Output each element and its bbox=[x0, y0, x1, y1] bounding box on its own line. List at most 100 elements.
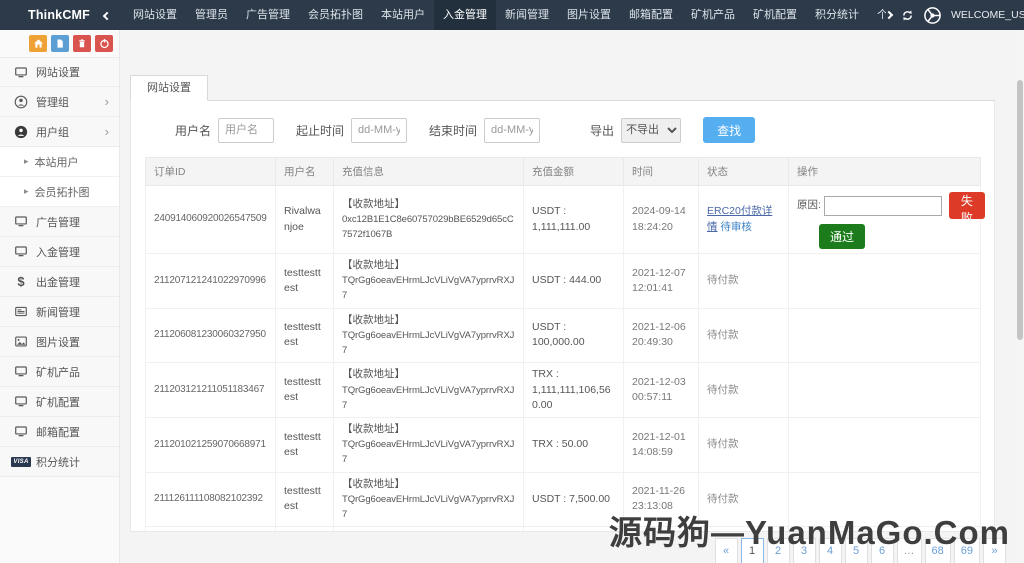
user-filled-icon bbox=[14, 125, 28, 139]
page-button[interactable]: 5 bbox=[844, 538, 868, 563]
chevron-right-icon: › bbox=[104, 124, 109, 139]
nav-item[interactable]: 新闻管理 bbox=[496, 0, 558, 30]
sidebar-subitem[interactable]: ▸ 本站用户 bbox=[0, 147, 119, 177]
sidebar-item[interactable]: VISA 积分统计 bbox=[0, 447, 119, 477]
sidebar-item[interactable]: 网站设置 bbox=[0, 57, 119, 87]
sidebar-item[interactable]: $ 出金管理 bbox=[0, 267, 119, 297]
page-button[interactable]: 4 bbox=[818, 538, 842, 563]
page-button[interactable]: « bbox=[714, 538, 738, 563]
order-id-cell: 211201021259070668971 bbox=[145, 416, 276, 473]
scroll-tabs-right-icon[interactable] bbox=[884, 10, 894, 20]
amount-cell: USDT : 7,500.00 bbox=[523, 471, 624, 528]
actions-cell bbox=[788, 416, 981, 473]
chevron-right-icon: › bbox=[104, 94, 109, 109]
page-button[interactable]: 6 bbox=[870, 538, 894, 563]
refresh-icon[interactable] bbox=[901, 9, 914, 22]
username-cell: testtesttest bbox=[275, 526, 334, 531]
nav-item[interactable]: 广告管理 bbox=[237, 0, 299, 30]
table-row: 211126111108082102392 testtesttest 【收款地址… bbox=[145, 471, 981, 528]
orders-table: 订单ID 用户名 充值信息 充值金额 时间 状态 操作 240914060920026547… bbox=[145, 157, 985, 531]
user-circle-icon bbox=[14, 95, 28, 109]
sidebar-item[interactable]: 入金管理 bbox=[0, 237, 119, 267]
power-button[interactable] bbox=[95, 35, 113, 52]
column-header: 用户名 bbox=[275, 157, 334, 186]
sidebar-item[interactable]: 矿机配置 bbox=[0, 387, 119, 417]
time-cell: 2021-11-2101:41:15 bbox=[623, 526, 699, 531]
language-globe-icon[interactable] bbox=[923, 6, 942, 25]
app-logo: ThinkCMF bbox=[28, 8, 91, 22]
start-time-label: 起止时间 bbox=[296, 123, 345, 138]
status-cell: 待付款 bbox=[698, 471, 789, 528]
end-time-label: 结束时间 bbox=[429, 123, 478, 138]
username-cell: testtesttest bbox=[275, 362, 334, 418]
home-button[interactable] bbox=[29, 35, 47, 52]
file-button[interactable] bbox=[51, 35, 69, 52]
sidebar-menu: 网站设置 管理组 › 用户组 › ▸ 本站用户 ▸ 会员拓扑图 广告管理 入金管理 $ 出金管理 新闻管理… bbox=[0, 57, 119, 477]
pass-button[interactable]: 通过 bbox=[819, 224, 866, 249]
scrollbar-thumb[interactable] bbox=[1017, 80, 1023, 340]
nav-item[interactable]: 邮箱配置 bbox=[620, 0, 682, 30]
page-button[interactable]: 3 bbox=[792, 538, 816, 563]
nav-item[interactable]: 管理员 bbox=[186, 0, 237, 30]
recharge-info-cell: 【收款地址】 TQrGg6oeavEHrmLJcVLiVgVA7yprrvRXJ… bbox=[333, 307, 524, 364]
nav-item[interactable]: 个人 bbox=[868, 0, 886, 30]
nav-item[interactable]: 入金管理 bbox=[434, 0, 497, 30]
fail-button[interactable]: 失败 bbox=[948, 192, 985, 225]
status-cell: ERC20付款详情 待审核 bbox=[698, 185, 789, 254]
table-row: 211201021259070668971 testtesttest 【收款地址… bbox=[145, 416, 981, 473]
user-menu[interactable]: WELCOME_USER bbox=[951, 9, 1024, 21]
sidebar-item[interactable]: 广告管理 bbox=[0, 207, 119, 237]
home-icon bbox=[33, 38, 44, 49]
sidebar-item[interactable]: 邮箱配置 bbox=[0, 417, 119, 447]
sidebar-item[interactable]: 新闻管理 bbox=[0, 297, 119, 327]
actions-cell: 原因: 失败 通过 bbox=[788, 185, 985, 254]
search-button[interactable]: 查找 bbox=[703, 117, 756, 143]
status-text: 待付款 bbox=[707, 274, 739, 287]
nav-item[interactable]: 积分统计 bbox=[806, 0, 868, 30]
sidebar-item[interactable]: 矿机产品 bbox=[0, 357, 119, 387]
tab-bar: 网站设置 bbox=[130, 75, 995, 101]
monitor-icon bbox=[14, 215, 28, 229]
filter-bar: 用户名 起止时间 结束时间 导出 不导出 查找 bbox=[145, 117, 980, 143]
nav-item[interactable]: 会员拓扑图 bbox=[299, 0, 372, 30]
time-cell: 2021-12-01 14:08:59 bbox=[623, 416, 699, 473]
amount-cell: USDT : 1,111,111.00 bbox=[523, 185, 624, 254]
status-text: 待付款 bbox=[707, 383, 739, 396]
pending-audit-link[interactable]: 待审核 bbox=[720, 221, 752, 233]
table-row: 211121011115065940537 testtesttest 【收款地址… bbox=[145, 526, 981, 531]
vertical-scrollbar[interactable] bbox=[1016, 30, 1024, 563]
trash-button[interactable] bbox=[73, 35, 91, 52]
sidebar-item[interactable]: 用户组 › bbox=[0, 117, 119, 147]
nav-item[interactable]: 网站设置 bbox=[124, 0, 186, 30]
collapse-sidebar-icon[interactable] bbox=[102, 6, 112, 24]
news-icon bbox=[14, 305, 28, 319]
export-select[interactable]: 不导出 bbox=[621, 117, 682, 143]
page-button[interactable]: 69 bbox=[953, 538, 980, 563]
page-button[interactable]: 1 bbox=[740, 538, 764, 563]
start-date-input[interactable] bbox=[351, 117, 408, 143]
end-date-input[interactable] bbox=[484, 117, 541, 143]
order-id-cell: 211121011115065940537 bbox=[145, 526, 276, 531]
page-button[interactable]: 2 bbox=[766, 538, 790, 563]
nav-item[interactable]: 矿机配置 bbox=[744, 0, 806, 30]
nav-item[interactable]: 图片设置 bbox=[558, 0, 620, 30]
sidebar-item[interactable]: 管理组 › bbox=[0, 87, 119, 117]
reason-input[interactable] bbox=[823, 195, 942, 216]
sidebar-subitem[interactable]: ▸ 会员拓扑图 bbox=[0, 177, 119, 207]
page-button[interactable]: 68 bbox=[924, 538, 951, 563]
caret-right-icon: ▸ bbox=[24, 186, 29, 196]
content-panel: 用户名 起止时间 结束时间 导出 不导出 查找 订单ID用户名充值信息充值金额时… bbox=[130, 101, 995, 532]
status-cell: 待付款 bbox=[698, 307, 789, 364]
table-row: 211203121211051183467 testtesttest 【收款地址… bbox=[145, 362, 981, 418]
nav-item[interactable]: 矿机产品 bbox=[682, 0, 744, 30]
nav-item[interactable]: 本站用户 bbox=[372, 0, 434, 30]
page-button[interactable]: » bbox=[983, 538, 1006, 563]
caret-right-icon: ▸ bbox=[24, 156, 29, 166]
tab-site-settings[interactable]: 网站设置 bbox=[130, 75, 208, 101]
page-button[interactable]: … bbox=[896, 538, 922, 563]
sidebar-item[interactable]: 图片设置 bbox=[0, 327, 119, 357]
table-row: 240914060920026547509 Rivalwanjoe 【收款地址】… bbox=[145, 185, 985, 254]
image-icon bbox=[14, 335, 28, 349]
table-row: 211206081230060327950 testtesttest 【收款地址… bbox=[145, 307, 981, 364]
username-input[interactable] bbox=[218, 117, 275, 143]
